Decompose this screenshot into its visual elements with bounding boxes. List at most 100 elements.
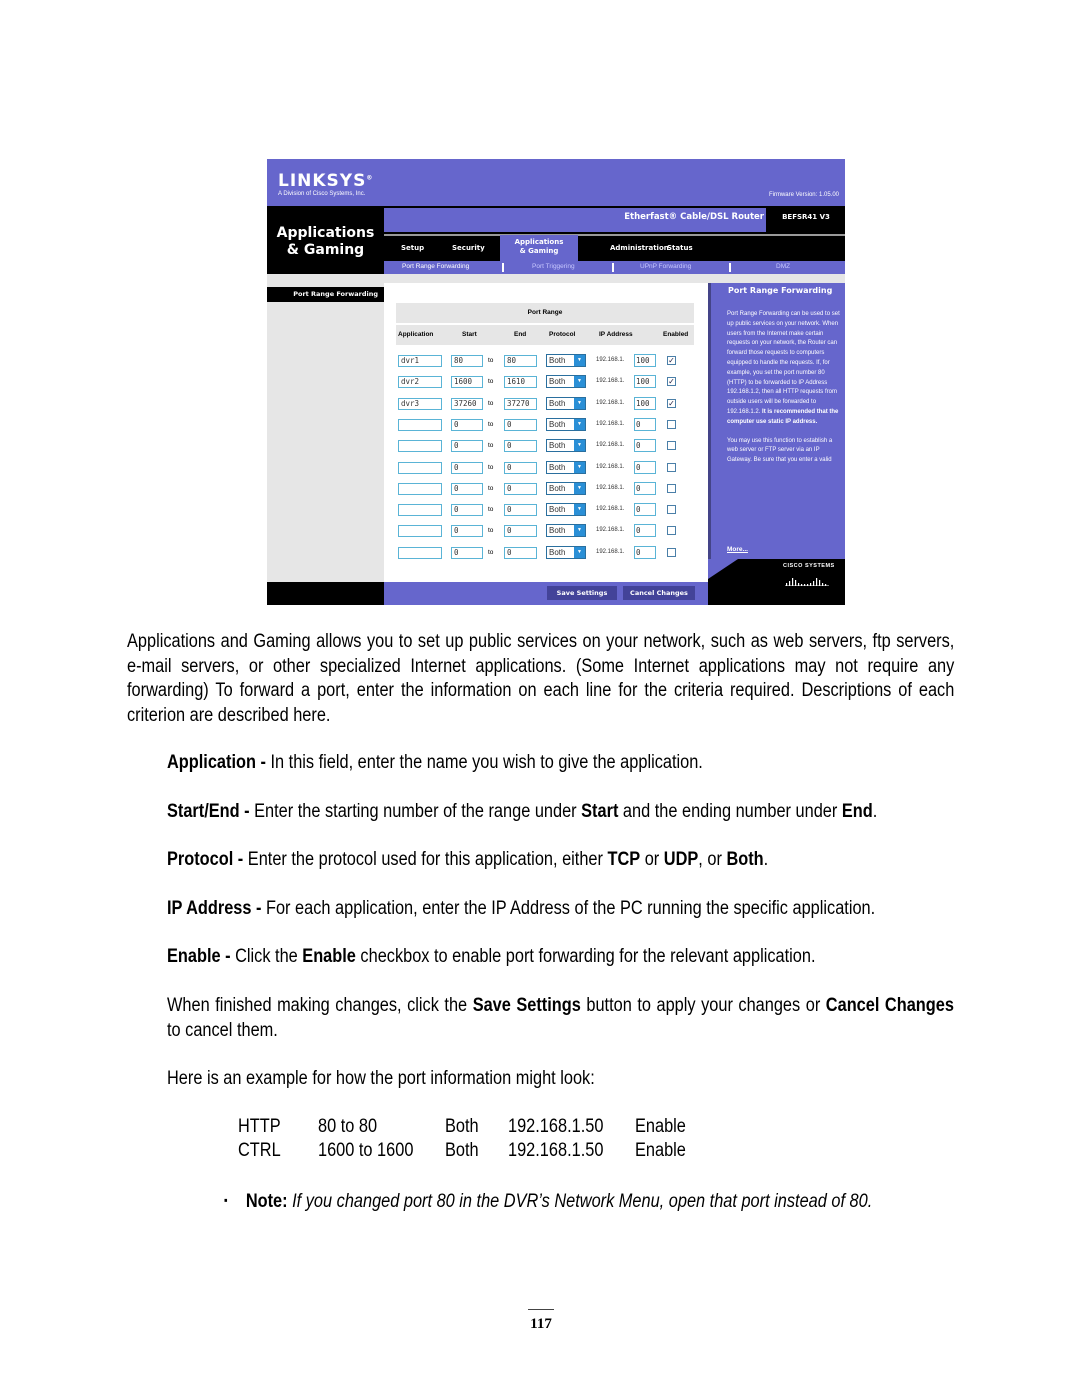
cancel-changes-button[interactable]: Cancel Changes [623,586,695,600]
checkmark-icon: ✓ [668,377,675,387]
tab-applications-gaming[interactable]: Applications & Gaming [500,235,578,261]
protocol-select[interactable]: Both ▼ [546,439,586,453]
ip-last-octet-input[interactable]: 0 [634,481,656,495]
start-port-input[interactable]: 0 [451,461,483,474]
application-input[interactable] [398,418,442,431]
start-port-input[interactable]: 0 [451,546,483,559]
col-end: End [514,331,527,338]
application-input[interactable]: dvr1 [398,355,442,367]
start-port-input[interactable]: 0 [451,504,483,517]
criterion-ip-address: IP Address - For each application, enter… [167,898,876,919]
ip-last-octet-input[interactable]: 0 [634,524,656,538]
enabled-checkbox[interactable] [667,526,676,536]
application-input[interactable]: dvr2 [398,376,442,389]
chevron-down-icon: ▼ [574,440,585,452]
port-table-row: dvr3 37260 to 37270 Both ▼ 192.168.1. 100 ✓ [396,396,696,414]
criterion-protocol: Protocol - Enter the protocol used for t… [167,849,769,870]
ip-last-octet-input[interactable]: 100 [634,396,656,410]
protocol-select[interactable]: Both ▼ [546,503,586,517]
to-label: to [488,506,494,514]
start-port-input[interactable]: 0 [451,525,483,538]
section-title: Applications & Gaming [276,225,375,258]
protocol-select[interactable]: Both ▼ [546,375,586,389]
protocol-select[interactable]: Both ▼ [546,481,586,495]
ip-last-octet-input[interactable]: 0 [634,545,656,559]
cisco-logo-icon [785,578,829,586]
application-input[interactable]: dvr3 [398,397,442,410]
ip-last-octet-input[interactable]: 100 [634,375,656,389]
example-protocol: Both [445,1140,479,1161]
application-input[interactable] [398,440,442,453]
enabled-checkbox[interactable]: ✓ [667,398,676,408]
port-table-row: 0 to 0 Both ▼ 192.168.1. 0 [396,439,696,456]
protocol-select[interactable]: Both ▼ [546,396,586,410]
enabled-checkbox[interactable]: ✓ [667,356,676,365]
save-settings-button[interactable]: Save Settings [547,586,617,600]
start-port-input[interactable]: 0 [451,482,483,495]
example-status: Enable [635,1116,686,1137]
ip-last-octet-input[interactable]: 0 [634,417,656,431]
end-port-input[interactable]: 0 [504,482,537,495]
application-input[interactable] [398,546,442,559]
ip-last-octet-input[interactable]: 0 [634,460,656,474]
end-port-input[interactable]: 0 [504,525,537,538]
to-label: to [488,527,494,535]
start-port-input[interactable]: 0 [451,440,483,453]
firmware-version: Firmware Version: 1.05.00 [768,192,839,198]
enabled-checkbox[interactable] [667,483,676,493]
start-port-input[interactable]: 80 [451,355,483,367]
end-port-input[interactable]: 1610 [504,376,537,389]
tab-setup[interactable]: Setup [401,244,424,252]
enabled-checkbox[interactable] [667,505,676,515]
sub-tabs: Port Range Forwarding Port Triggering UP… [384,261,845,274]
intro-paragraph: Applications and Gaming allows you to se… [127,631,955,726]
end-port-input[interactable]: 80 [504,355,537,367]
chevron-down-icon: ▼ [574,418,585,430]
enabled-checkbox[interactable] [667,547,676,557]
protocol-select[interactable]: Both ▼ [546,417,586,431]
end-port-input[interactable]: 0 [504,504,537,517]
start-port-input[interactable]: 1600 [451,376,483,389]
tab-administration[interactable]: Administration [610,244,669,252]
protocol-select[interactable]: Both ▼ [546,354,586,367]
chevron-down-icon: ▼ [574,525,585,537]
ip-prefix: 192.168.1. [596,442,625,449]
ip-last-octet-input[interactable]: 100 [634,354,656,367]
to-label: to [488,442,494,450]
example-ports: 1600 to 1600 [318,1140,414,1161]
subtab-port-triggering[interactable]: Port Triggering [532,263,575,270]
enabled-checkbox[interactable] [667,441,676,451]
end-port-input[interactable]: 37270 [504,397,537,410]
ip-prefix: 192.168.1. [596,484,625,491]
more-link[interactable]: More... [727,546,748,553]
protocol-select[interactable]: Both ▼ [546,524,586,538]
application-input[interactable] [398,461,442,474]
example-status: Enable [635,1140,686,1161]
enabled-checkbox[interactable] [667,462,676,472]
ip-last-octet-input[interactable]: 0 [634,439,656,453]
end-port-input[interactable]: 0 [504,461,537,474]
port-table-row: 0 to 0 Both ▼ 192.168.1. 0 [396,481,696,499]
ip-last-octet-input[interactable]: 0 [634,503,656,517]
start-port-input[interactable]: 37260 [451,397,483,410]
example-protocol: Both [445,1116,479,1137]
protocol-select[interactable]: Both ▼ [546,545,586,559]
product-name: Etherfast® Cable/DSL Router [624,212,764,222]
subtab-dmz[interactable]: DMZ [776,263,790,270]
tab-status[interactable]: Status [667,244,693,252]
example-ports: 80 to 80 [318,1116,378,1137]
end-port-input[interactable]: 0 [504,440,537,453]
enabled-checkbox[interactable]: ✓ [667,377,676,387]
ip-prefix: 192.168.1. [596,527,625,534]
protocol-select[interactable]: Both ▼ [546,460,586,474]
start-port-input[interactable]: 0 [451,418,483,431]
subtab-upnp-forwarding[interactable]: UPnP Forwarding [640,263,691,270]
end-port-input[interactable]: 0 [504,418,537,431]
application-input[interactable] [398,525,442,538]
application-input[interactable] [398,504,442,517]
subtab-port-range-forwarding[interactable]: Port Range Forwarding [402,263,469,270]
tab-security[interactable]: Security [452,244,485,252]
end-port-input[interactable]: 0 [504,546,537,559]
application-input[interactable] [398,482,442,495]
enabled-checkbox[interactable] [667,419,676,429]
